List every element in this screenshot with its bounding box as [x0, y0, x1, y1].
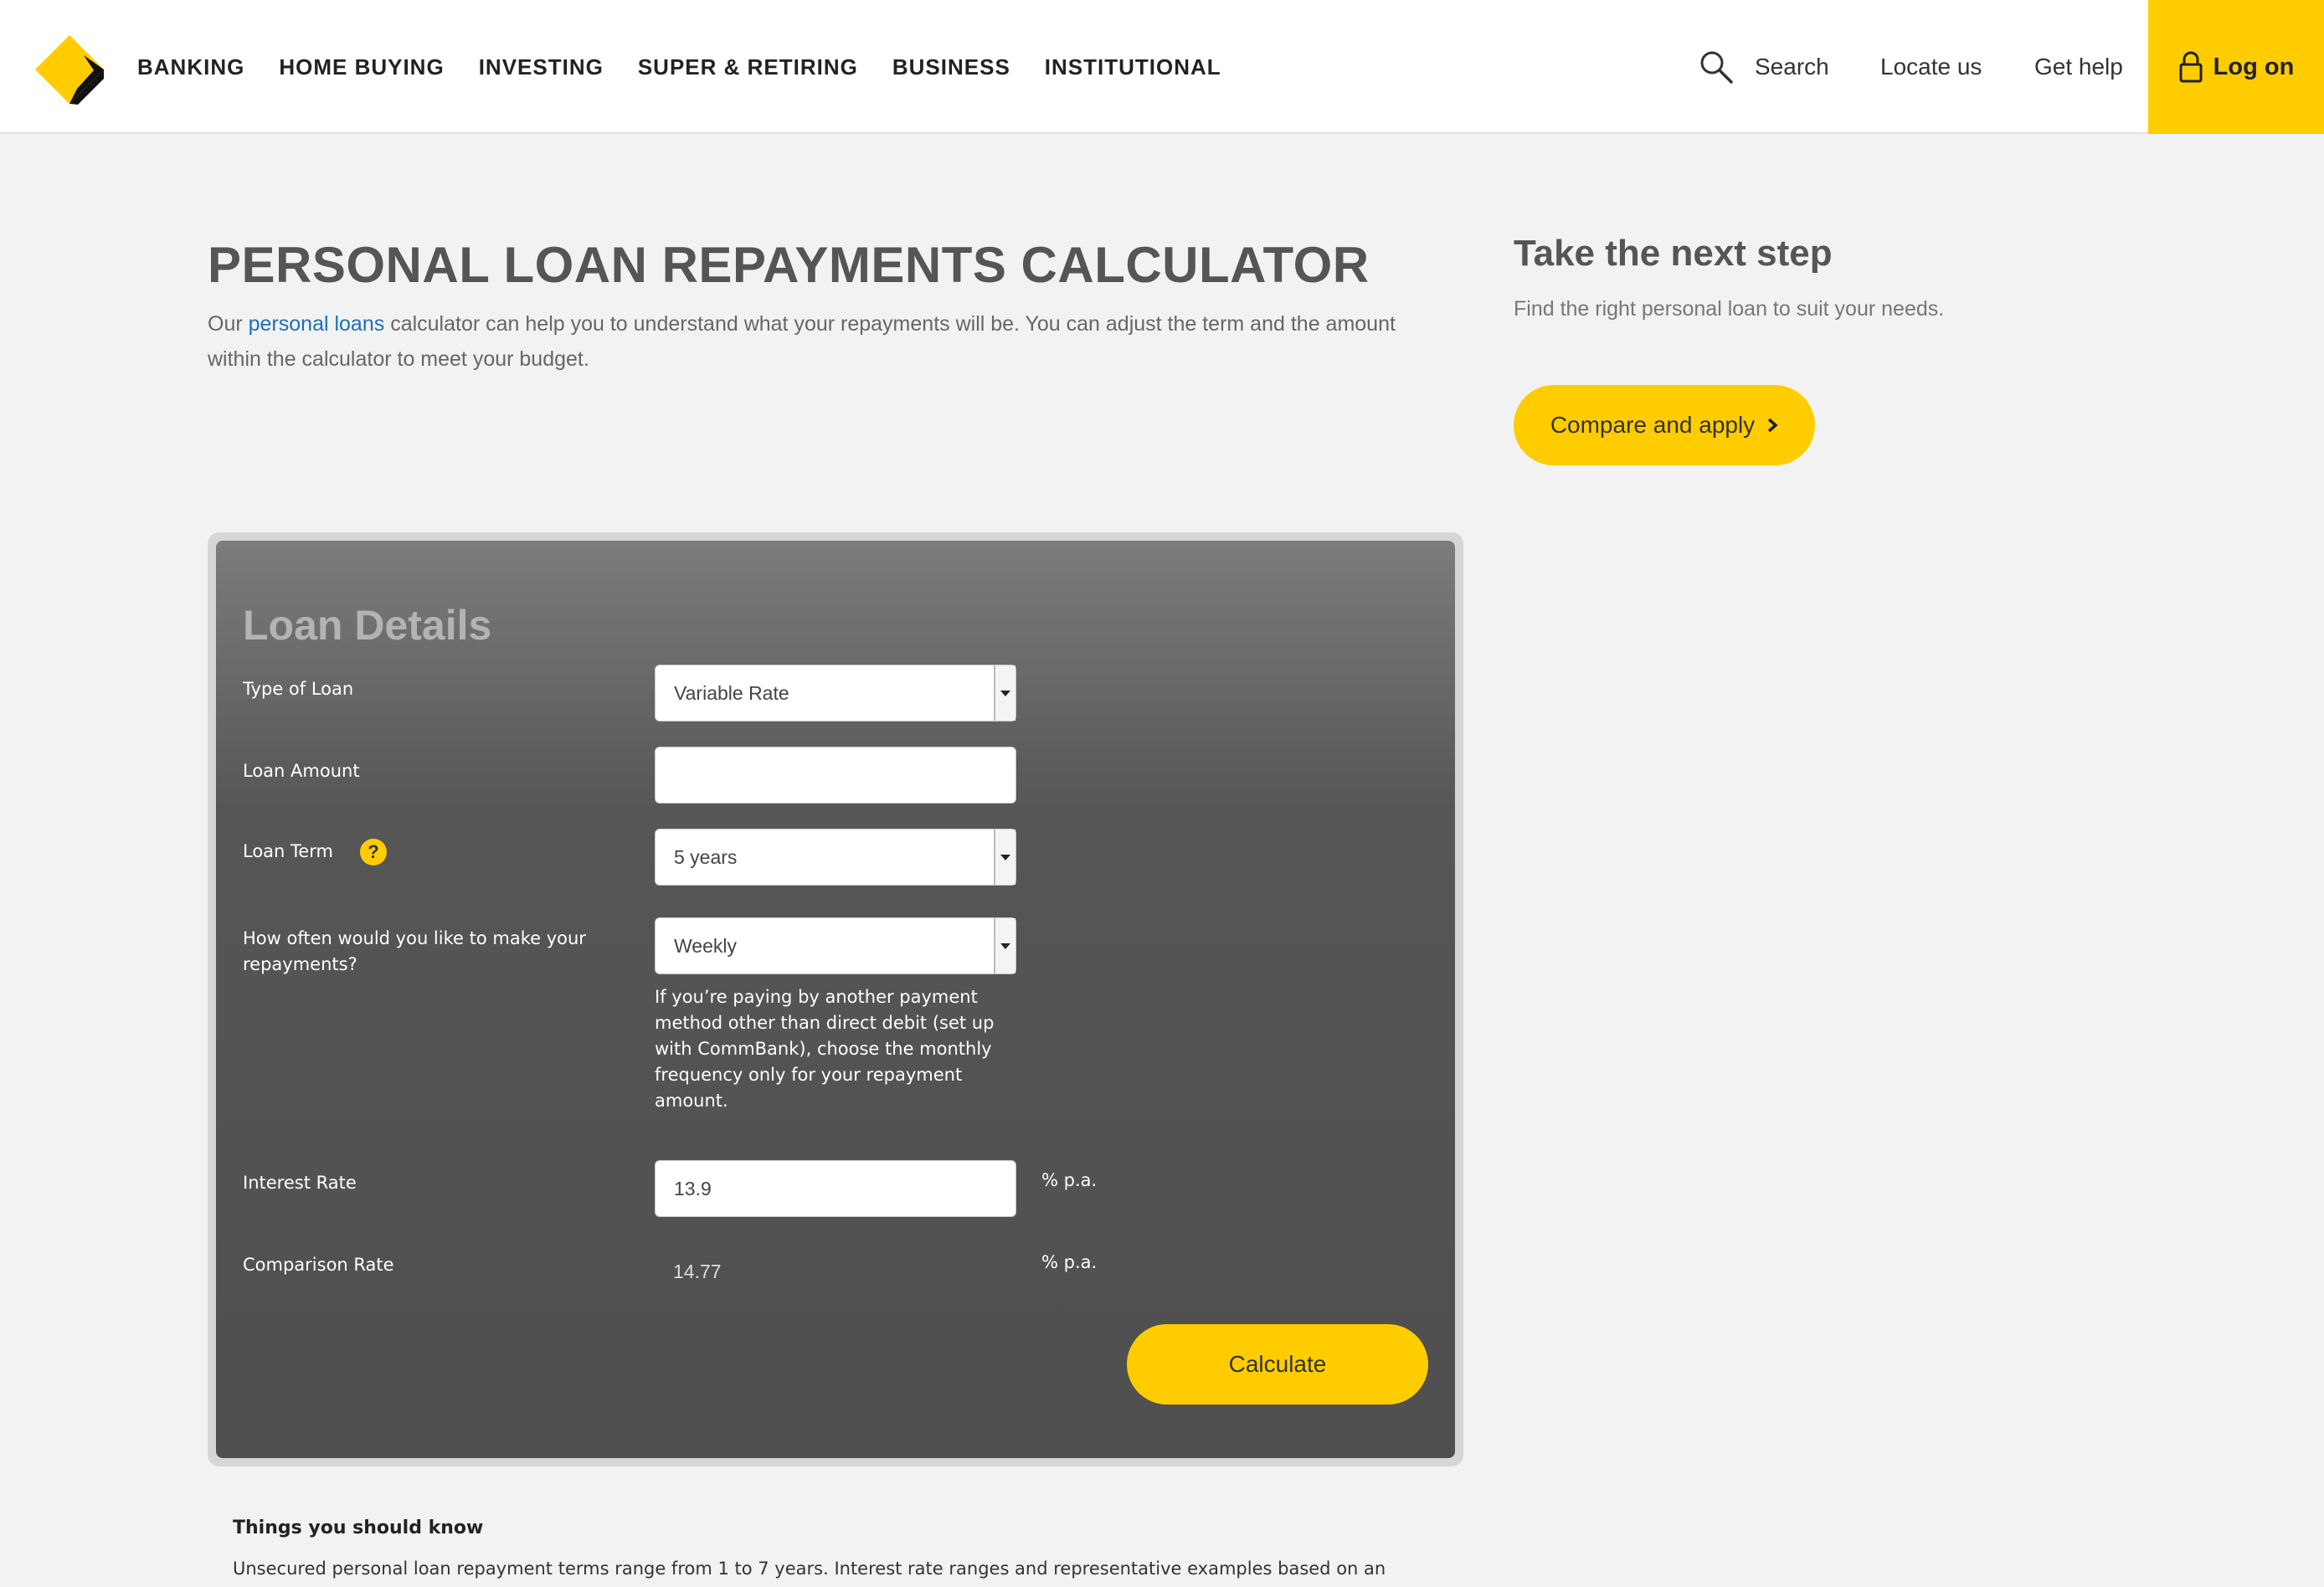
search-link[interactable]: Search	[1755, 0, 1829, 134]
loan-amount-input[interactable]	[655, 747, 1016, 804]
chevron-down-icon	[994, 829, 1015, 885]
chevron-down-icon	[994, 918, 1015, 973]
repayment-frequency-value: Weekly	[674, 934, 737, 957]
locate-us-link[interactable]: Locate us	[1880, 0, 1982, 134]
comparison-rate-label: Comparison Rate	[243, 1255, 394, 1275]
next-step-title: Take the next step	[1514, 233, 1833, 274]
log-on-button[interactable]: Log on	[2148, 0, 2324, 134]
interest-rate-input[interactable]	[655, 1160, 1016, 1217]
calculate-label: Calculate	[1228, 1351, 1327, 1377]
intro-text: Our personal loans calculator can help y…	[208, 306, 1447, 377]
intro-text-end: calculator can help you to understand wh…	[208, 312, 1396, 371]
loan-details-title: Loan Details	[243, 602, 492, 649]
loan-term-select[interactable]: 5 years	[655, 829, 1016, 886]
commbank-logo[interactable]	[33, 33, 105, 105]
things-to-know-title: Things you should know	[233, 1518, 484, 1538]
search-icon[interactable]	[1699, 50, 1733, 84]
loan-term-label: Loan Term	[243, 841, 333, 861]
compare-and-apply-label: Compare and apply	[1550, 412, 1756, 438]
next-step-text: Find the right personal loan to suit you…	[1514, 297, 1945, 321]
main-nav: BANKING HOME BUYING INVESTING SUPER & RE…	[137, 0, 1256, 134]
comparison-rate-unit: % p.a.	[1041, 1252, 1098, 1272]
frequency-note: If you’re paying by another payment meth…	[655, 987, 995, 1111]
personal-loans-link[interactable]: personal loans	[249, 312, 385, 336]
page-title: PERSONAL LOAN REPAYMENTS CALCULATOR	[208, 237, 1370, 293]
type-of-loan-label: Type of Loan	[243, 679, 354, 699]
chevron-right-icon	[1768, 418, 1778, 433]
nav-banking[interactable]: BANKING	[137, 54, 244, 80]
nav-super-retiring[interactable]: SUPER & RETIRING	[638, 54, 858, 80]
type-of-loan-value: Variable Rate	[674, 681, 789, 704]
calculate-button[interactable]: Calculate	[1127, 1324, 1428, 1405]
nav-investing[interactable]: INVESTING	[479, 54, 604, 80]
repayment-frequency-select[interactable]: Weekly	[655, 917, 1016, 974]
loan-amount-label: Loan Amount	[243, 761, 360, 781]
site-header: BANKING HOME BUYING INVESTING SUPER & RE…	[0, 0, 2324, 134]
nav-home-buying[interactable]: HOME BUYING	[279, 54, 444, 80]
things-to-know-text: Unsecured personal loan repayment terms …	[233, 1559, 1386, 1579]
loan-term-value: 5 years	[674, 845, 738, 868]
calculator-frame: Loan Details Type of Loan Variable Rate …	[208, 532, 1463, 1466]
comparison-rate-value: 14.77	[673, 1261, 722, 1282]
lock-icon	[2179, 51, 2203, 83]
repayment-frequency-label: How often would you like to make your re…	[243, 928, 586, 974]
nav-institutional[interactable]: INSTITUTIONAL	[1045, 54, 1221, 80]
intro-text-start: Our	[208, 312, 249, 336]
chevron-down-icon	[994, 665, 1015, 721]
log-on-label: Log on	[2213, 53, 2295, 80]
get-help-link[interactable]: Get help	[2034, 0, 2123, 134]
interest-rate-label: Interest Rate	[243, 1173, 357, 1193]
help-icon[interactable]: ?	[360, 839, 387, 865]
interest-rate-unit: % p.a.	[1041, 1170, 1098, 1190]
loan-details-panel: Loan Details Type of Loan Variable Rate …	[216, 541, 1455, 1458]
type-of-loan-select[interactable]: Variable Rate	[655, 665, 1016, 722]
compare-and-apply-button[interactable]: Compare and apply	[1514, 385, 1815, 465]
nav-business[interactable]: BUSINESS	[892, 54, 1010, 80]
